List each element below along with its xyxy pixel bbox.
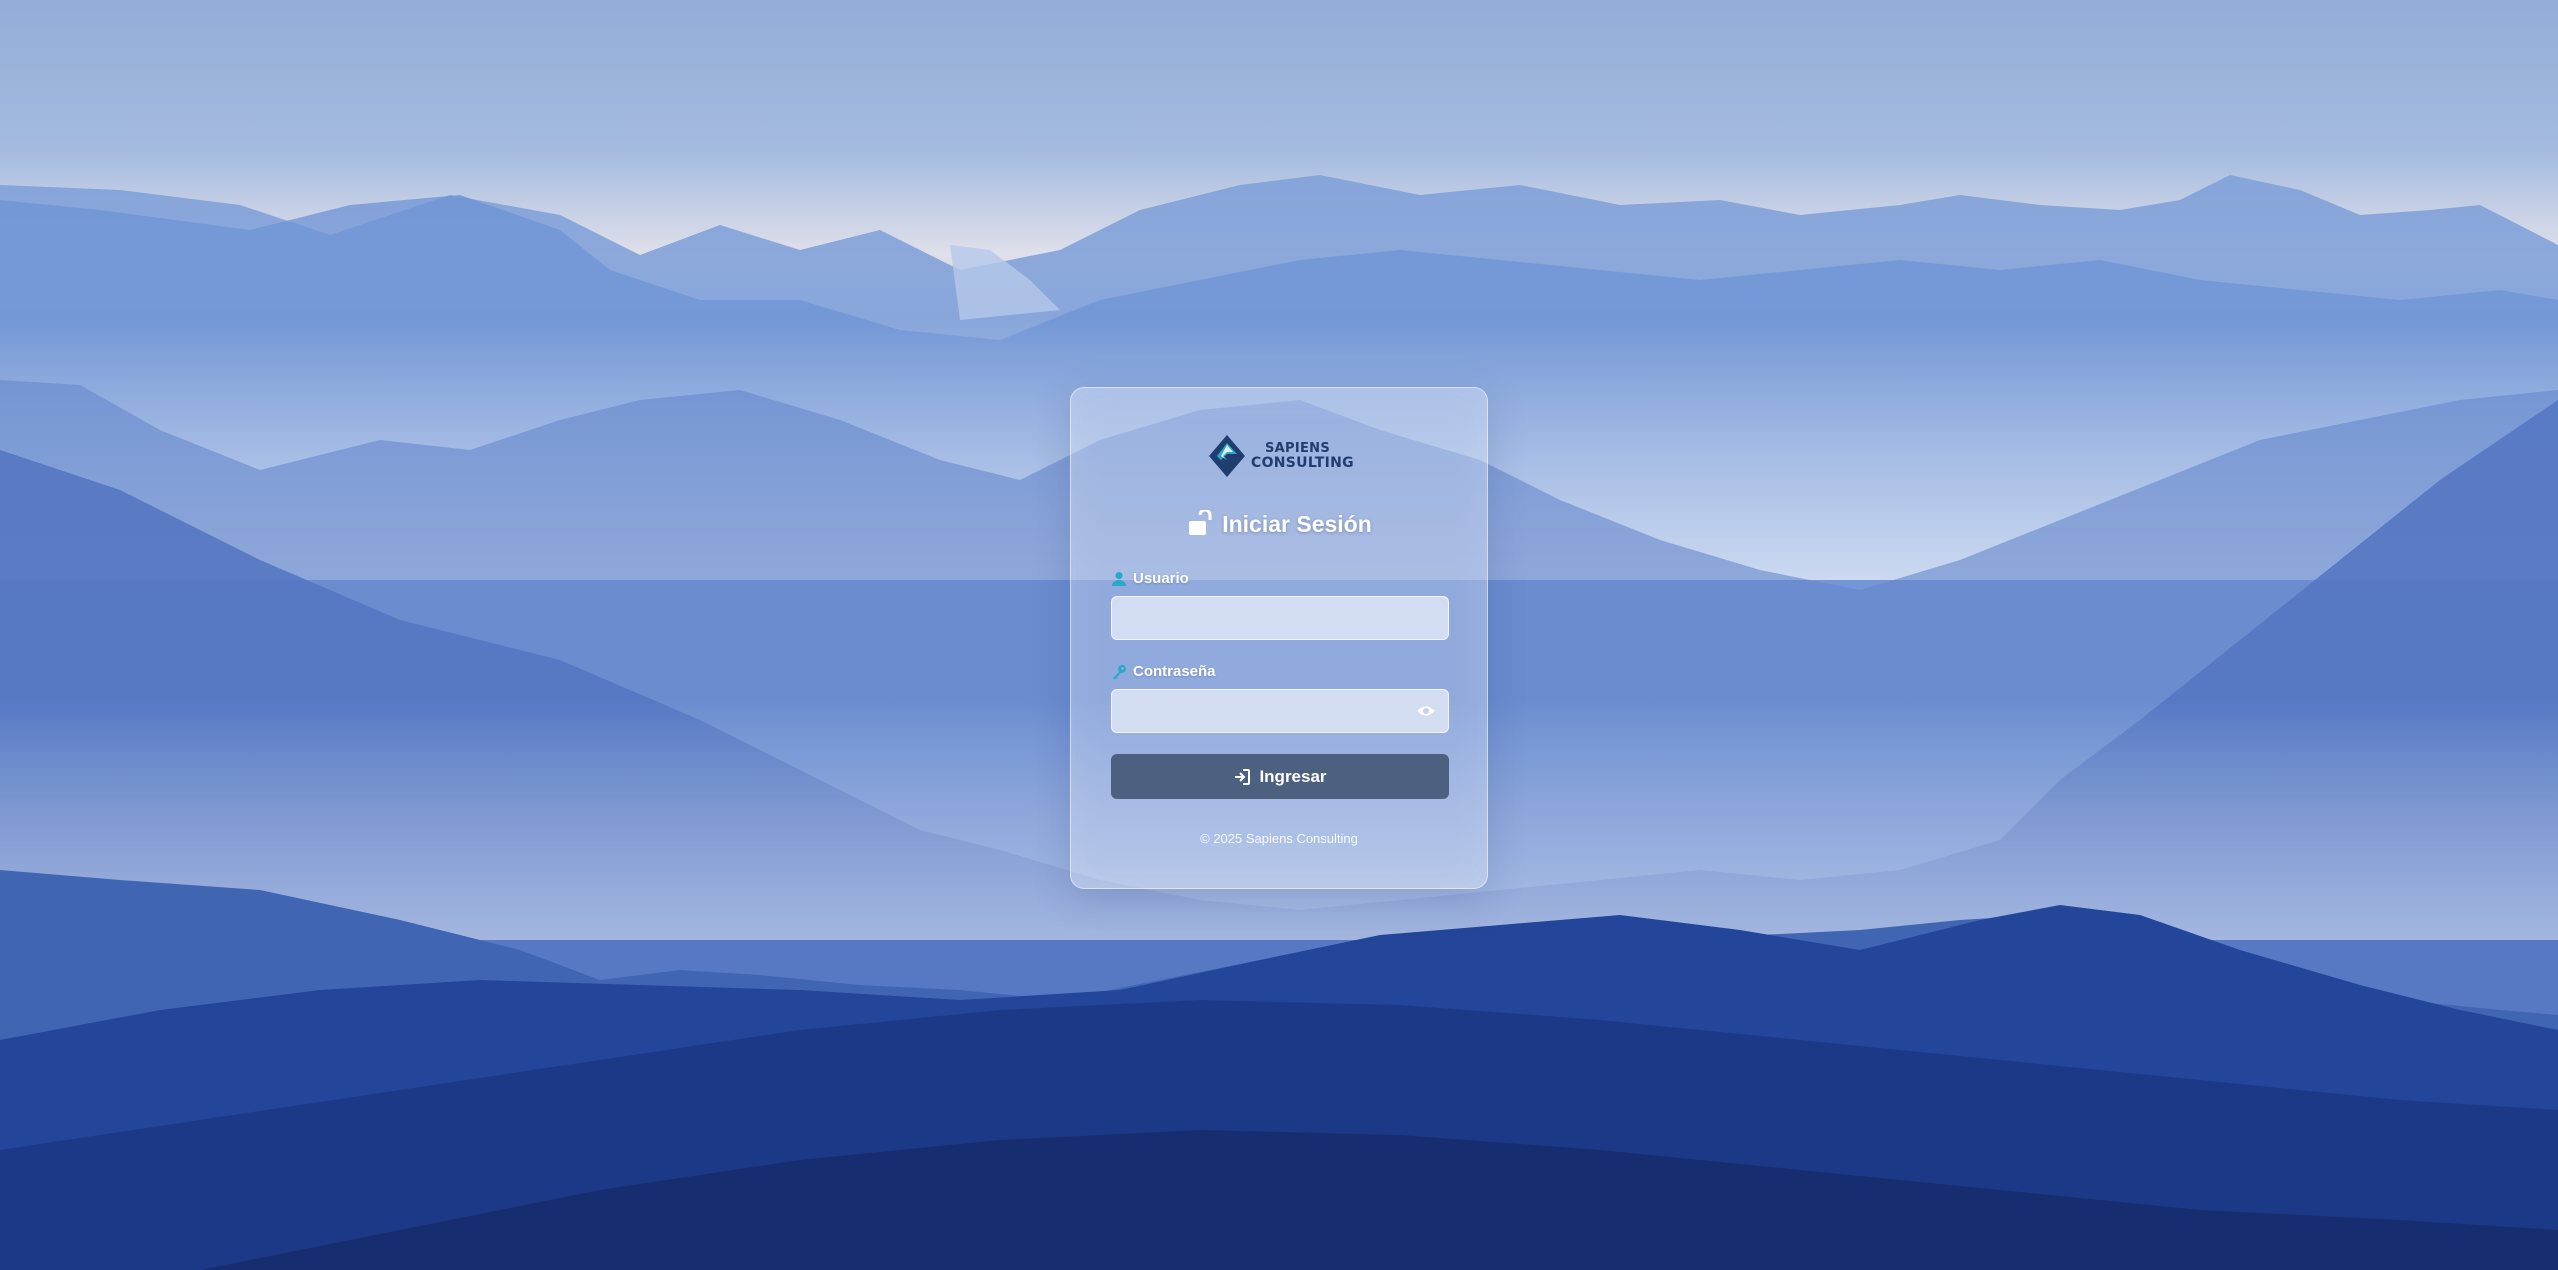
logo-text-line2: CONSULTING	[1251, 455, 1354, 471]
eye-icon	[1417, 706, 1435, 716]
login-submit-label: Ingresar	[1259, 766, 1327, 786]
sapiens-logo-icon	[1209, 435, 1245, 477]
username-input[interactable]	[1111, 596, 1449, 640]
unlock-icon	[1189, 510, 1212, 535]
user-label-text: Usuario	[1133, 570, 1189, 587]
password-label-text: Contraseña	[1133, 663, 1216, 680]
user-label: Usuario	[1111, 570, 1189, 587]
user-icon	[1112, 571, 1126, 586]
sign-in-icon	[1235, 768, 1251, 785]
key-icon	[1113, 664, 1126, 679]
logo-text-line1: SAPIENS	[1265, 441, 1331, 456]
login-submit-button[interactable]: Ingresar	[1111, 754, 1449, 799]
login-title-text: Iniciar Sesión	[1222, 510, 1372, 537]
password-label: Contraseña	[1111, 663, 1216, 680]
password-input[interactable]	[1111, 689, 1449, 733]
toggle-password-visibility-button[interactable]	[1415, 701, 1437, 721]
brand-logo: SAPIENS CONSULTING	[1207, 432, 1357, 480]
copyright-footer: © 2025 Sapiens Consulting	[1200, 831, 1358, 846]
login-title: Iniciar Sesión	[1071, 510, 1487, 538]
login-card: SAPIENS CONSULTING Iniciar Sesión Usuari…	[1070, 387, 1488, 889]
